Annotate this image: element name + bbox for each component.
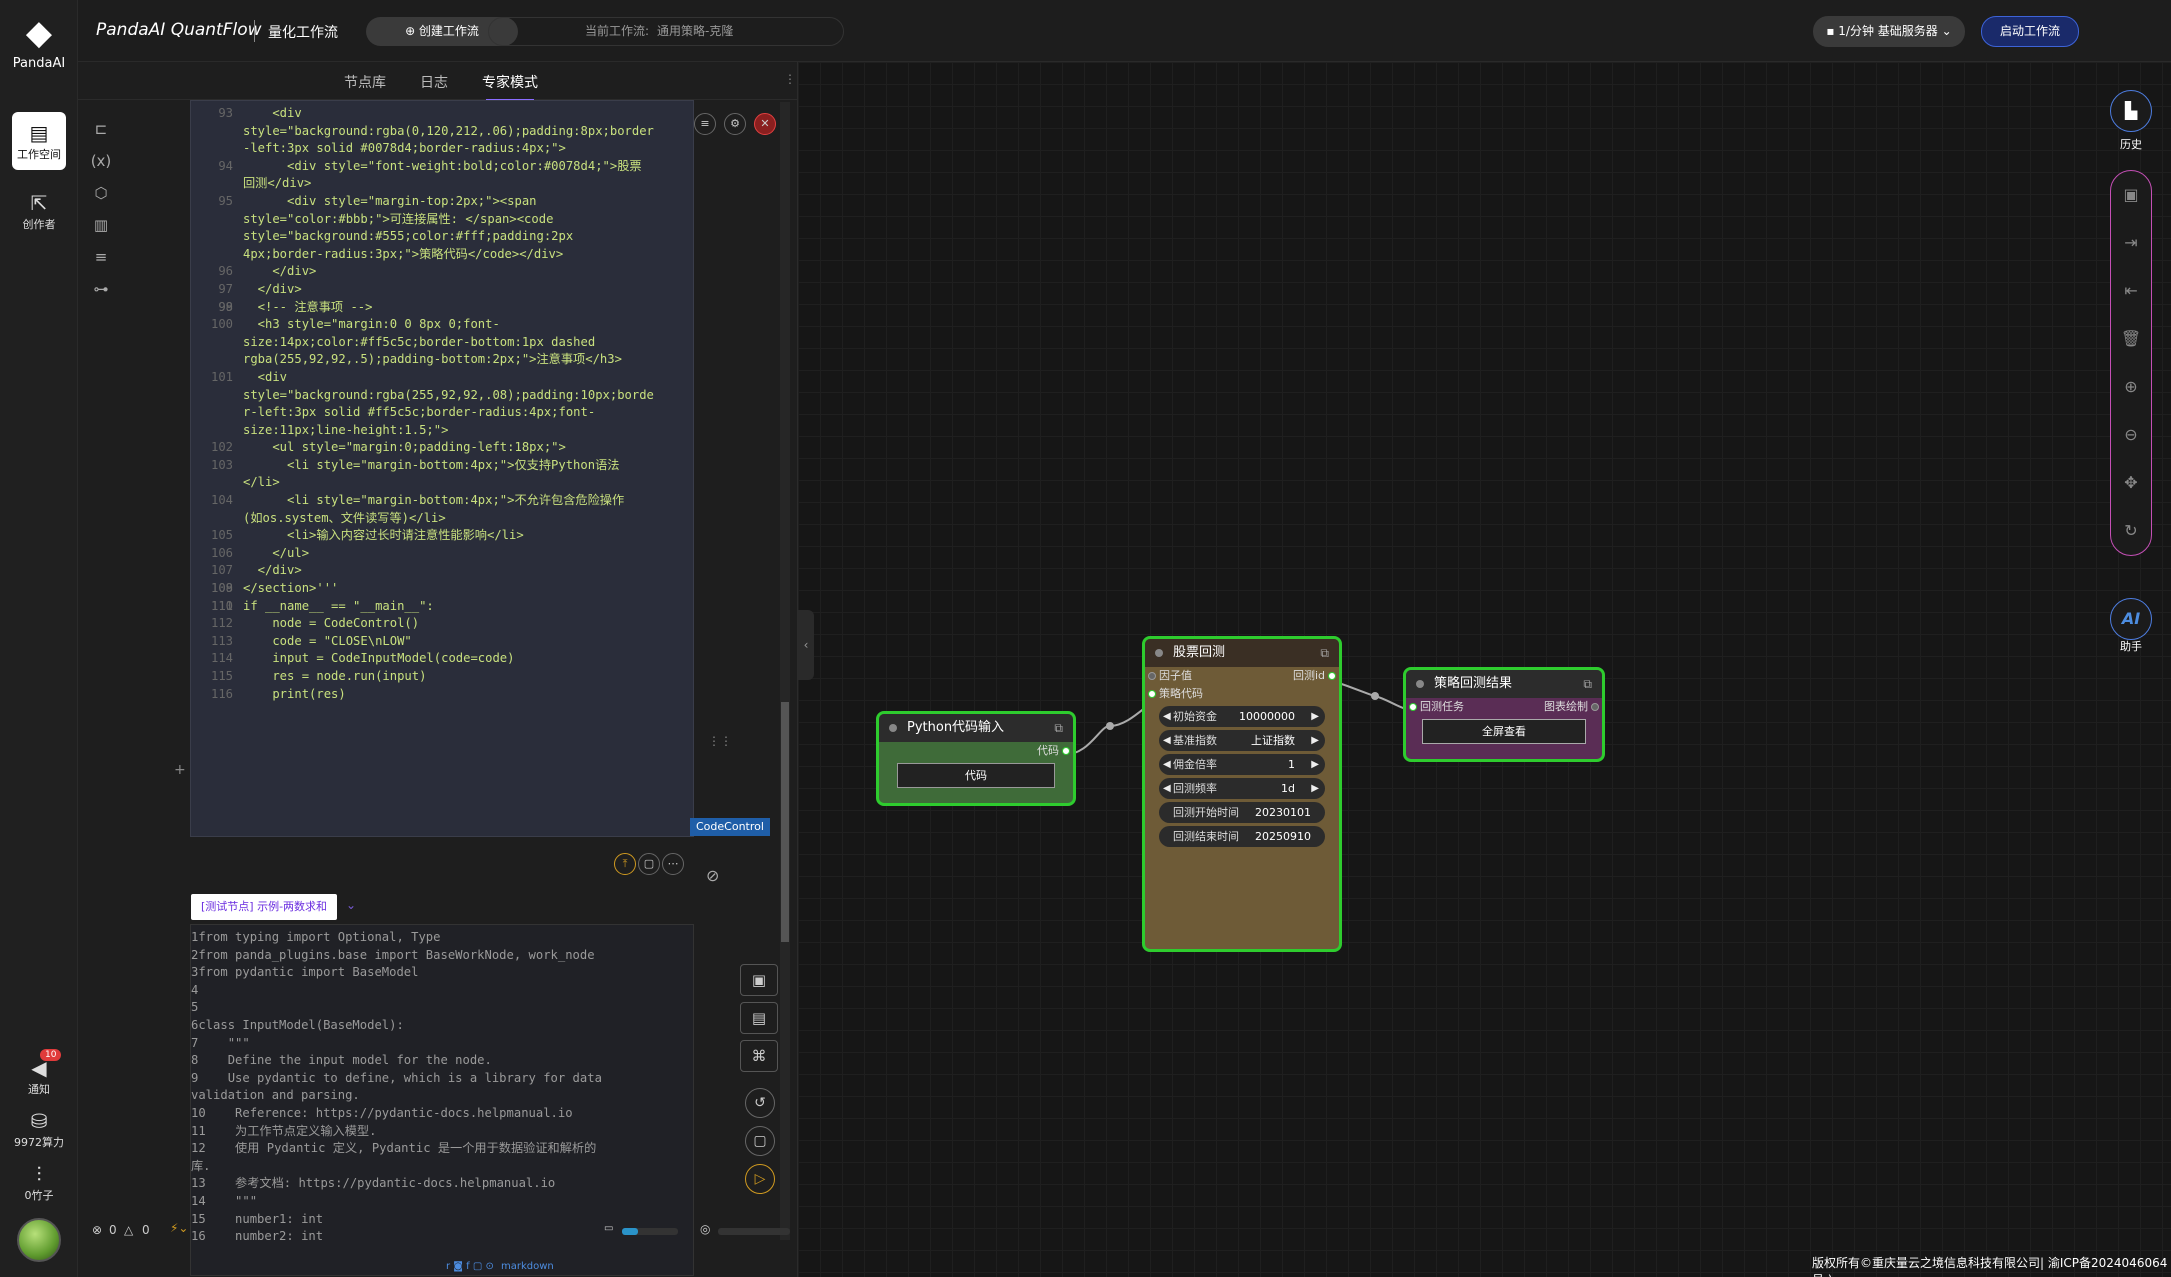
canvas-toolbar: ▣ ⇥ ⇤ 🗑 ⊕ ⊖ ✥ ↻ <box>2110 170 2152 556</box>
backtest-node-title: 股票回测 <box>1173 645 1226 660</box>
save-icon[interactable]: ▣ <box>2111 171 2151 219</box>
copyright-footer: 版权所有©重庆量云之境信息科技有限公司| 渝ICP备2024046064号 ) <box>1812 1256 2168 1277</box>
field-value: 10000000 <box>1239 710 1295 723</box>
trash-icon[interactable]: 🗑 <box>2111 315 2151 363</box>
arrow-right-icon[interactable]: ▶ <box>1311 778 1319 799</box>
python-input-node[interactable]: Python代码输入 ⧉ 代码 代码 <box>876 711 1076 806</box>
arrow-left-icon[interactable]: ◀ <box>1163 730 1171 751</box>
export-icon[interactable]: ⇥ <box>2111 219 2151 267</box>
import-icon[interactable]: ⇤ <box>2111 267 2151 315</box>
field-value: 1d <box>1281 782 1295 795</box>
field-value: 20250910 <box>1255 830 1311 843</box>
result-node-title: 策略回测结果 <box>1434 676 1513 691</box>
python-node-header: Python代码输入 ⧉ <box>879 714 1073 742</box>
fullscreen-button[interactable]: 全屏查看 <box>1422 719 1586 744</box>
field-value: 1 <box>1288 758 1295 771</box>
arrow-left-icon[interactable]: ◀ <box>1163 754 1171 775</box>
strategy-code-port-label: 策略代码 <box>1159 687 1203 700</box>
zoom-out-icon[interactable]: ⊖ <box>2111 411 2151 459</box>
field-label: 初始资金 <box>1173 710 1217 723</box>
result-node-header: 策略回测结果 ⧉ <box>1406 670 1602 698</box>
python-code-button[interactable]: 代码 <box>897 763 1055 788</box>
port-dot[interactable] <box>1148 672 1156 680</box>
field-label: 佣金倍率 <box>1173 758 1217 771</box>
assistant-label: 助手 <box>2120 640 2142 653</box>
history-label: 历史 <box>2120 138 2142 151</box>
backtest-field[interactable]: ◀ 初始资金 10000000 ▶ <box>1159 706 1325 727</box>
backtest-field[interactable]: ◀ 回测频率 1d ▶ <box>1159 778 1325 799</box>
backtest-field[interactable]: ◀ 佣金倍率 1 ▶ <box>1159 754 1325 775</box>
port-dot[interactable] <box>1062 747 1070 755</box>
arrow-left-icon[interactable]: ◀ <box>1163 706 1171 727</box>
backtest-field[interactable]: ◀ 基准指数 上证指数 ▶ <box>1159 730 1325 751</box>
python-out-port-label: 代码 <box>1037 744 1059 757</box>
arrow-left-icon[interactable]: ◀ <box>1163 778 1171 799</box>
port-dot[interactable] <box>1591 703 1599 711</box>
backtest-id-port-label: 回测id <box>1292 669 1325 682</box>
python-out-port: 代码 <box>879 742 1073 760</box>
backtest-node[interactable]: 股票回测 ⧉ 因子值 回测id 策略代码 ◀ 初始资金 10000000 ▶ ◀ 基准指数上… <box>1142 636 1342 952</box>
arrow-right-icon[interactable]: ▶ <box>1311 730 1319 751</box>
backtest-result-node[interactable]: 策略回测结果 ⧉ 回测任务 图表绘制 全屏查看 <box>1403 667 1605 762</box>
edit-icon[interactable]: ⧉ <box>1320 639 1329 667</box>
port-dot[interactable] <box>1148 690 1156 698</box>
backtest-field[interactable]: 回测开始时间 20230101 <box>1159 802 1325 823</box>
backtest-node-header: 股票回测 ⧉ <box>1145 639 1339 667</box>
arrow-right-icon[interactable]: ▶ <box>1311 706 1319 727</box>
backtest-port-row2: 策略代码 <box>1145 685 1339 703</box>
node-links <box>1062 679 1421 756</box>
task-port-label: 回测任务 <box>1420 700 1464 713</box>
port-dot[interactable] <box>1409 703 1417 711</box>
port-dot[interactable] <box>1328 672 1336 680</box>
backtest-port-row1: 因子值 回测id <box>1145 667 1339 685</box>
history-icon[interactable]: ▙ <box>2110 90 2152 132</box>
backtest-field[interactable]: 回测结束时间 20250910 <box>1159 826 1325 847</box>
result-port-row: 回测任务 图表绘制 <box>1406 698 1602 716</box>
field-label: 回测频率 <box>1173 782 1217 795</box>
zoom-in-icon[interactable]: ⊕ <box>2111 363 2151 411</box>
move-icon[interactable]: ✥ <box>2111 459 2151 507</box>
edit-icon[interactable]: ⧉ <box>1583 670 1592 698</box>
field-label: 回测开始时间 <box>1173 806 1239 819</box>
arrow-right-icon[interactable]: ▶ <box>1311 754 1319 775</box>
field-value: 上证指数 <box>1251 734 1295 747</box>
python-node-title: Python代码输入 <box>907 720 1005 735</box>
chart-port-label: 图表绘制 <box>1544 700 1588 713</box>
factor-port-label: 因子值 <box>1159 669 1192 682</box>
field-label: 基准指数 <box>1173 734 1217 747</box>
field-label: 回测结束时间 <box>1173 830 1239 843</box>
edit-icon[interactable]: ⧉ <box>1054 714 1063 742</box>
refresh-icon[interactable]: ↻ <box>2111 507 2151 555</box>
field-value: 20230101 <box>1255 806 1311 819</box>
ai-assistant-icon[interactable]: AI <box>2110 598 2152 640</box>
